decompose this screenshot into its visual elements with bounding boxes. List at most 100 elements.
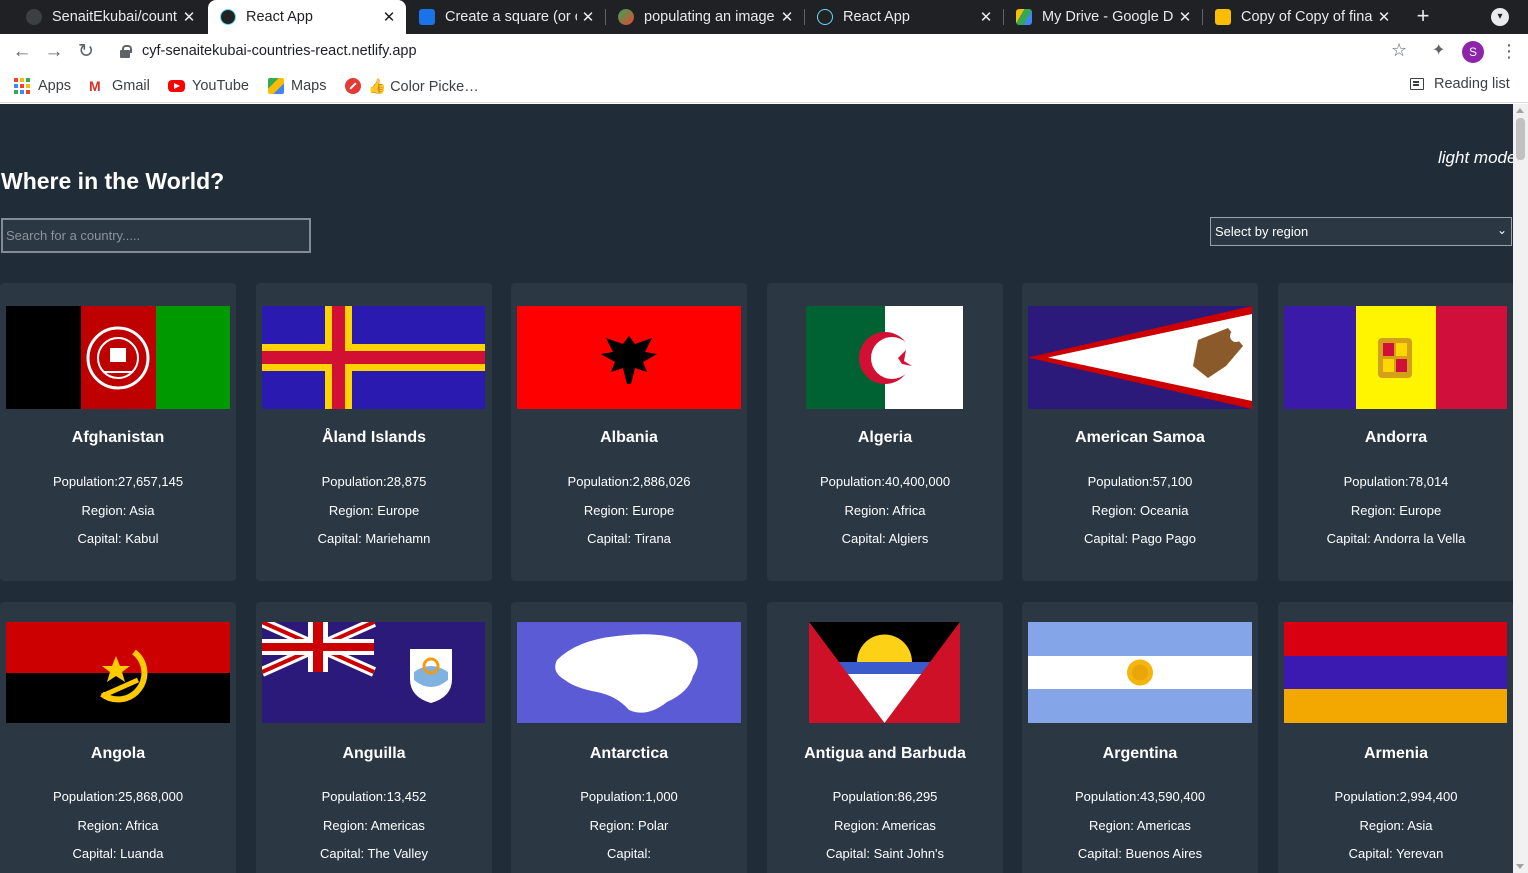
tab-title: Create a square (or circle) bbox=[445, 9, 577, 25]
apps-grid-icon bbox=[14, 78, 30, 94]
page-scrollbar[interactable] bbox=[1513, 104, 1528, 873]
close-icon[interactable]: ✕ bbox=[1174, 8, 1196, 26]
address-bar[interactable]: cyf-senaitekubai-countries-react.netlify… bbox=[108, 37, 1424, 67]
scroll-up-arrow-icon[interactable] bbox=[1516, 108, 1524, 113]
browser-toolbar: ← → ↻ cyf-senaitekubai-countries-react.n… bbox=[0, 34, 1528, 70]
browser-menu-icon[interactable]: ⋮ bbox=[1500, 42, 1518, 60]
country-capital: Capital: Algiers bbox=[841, 531, 929, 546]
country-card[interactable]: Antigua and Barbuda Population:86,295 Re… bbox=[767, 602, 1003, 873]
country-population: Population:86,295 bbox=[832, 789, 938, 804]
country-name: Antigua and Barbuda bbox=[804, 745, 966, 762]
country-card[interactable]: American Samoa Population:57,100 Region:… bbox=[1022, 283, 1258, 581]
tab-populating-image[interactable]: populating an image ✕ bbox=[606, 0, 804, 34]
bookmark-label: Maps bbox=[291, 78, 327, 94]
forward-arrow-icon[interactable]: → bbox=[41, 39, 67, 65]
flag-albania bbox=[517, 306, 741, 409]
country-population: Population:78,014 bbox=[1343, 474, 1449, 489]
theme-mode-toggle[interactable]: light mode bbox=[1438, 148, 1513, 168]
tab-search-chevron-icon[interactable]: ▾ bbox=[1491, 8, 1509, 26]
close-icon[interactable]: ✕ bbox=[1373, 8, 1395, 26]
country-region: Region: Africa bbox=[844, 503, 926, 518]
country-region: Region: Americas bbox=[323, 818, 425, 833]
close-icon[interactable]: ✕ bbox=[975, 8, 997, 26]
country-region: Region: Polar bbox=[589, 818, 669, 833]
country-region: Region: Africa bbox=[77, 818, 159, 833]
bookmark-maps[interactable]: Maps bbox=[268, 76, 326, 96]
tab-react-app-active[interactable]: React App ✕ bbox=[208, 0, 406, 34]
flag-afghanistan bbox=[6, 306, 230, 409]
region-select-value: Select by region bbox=[1215, 224, 1309, 239]
country-card[interactable]: Åland Islands Population:28,875 Region: … bbox=[256, 283, 492, 581]
flag-aland bbox=[262, 306, 485, 409]
video-icon bbox=[419, 9, 435, 25]
country-card[interactable]: Angola Population:25,868,000 Region: Afr… bbox=[0, 602, 236, 873]
country-capital: Capital: Mariehamn bbox=[317, 531, 431, 546]
tab-title: Copy of Copy of final bbox=[1241, 9, 1373, 25]
bookmark-color-picker[interactable]: 👍 Color Picke… bbox=[345, 76, 479, 96]
tab-react-app[interactable]: React App ✕ bbox=[805, 0, 1003, 34]
country-name: Anguilla bbox=[342, 745, 406, 762]
country-capital: Capital: Kabul bbox=[77, 531, 159, 546]
scroll-down-arrow-icon[interactable] bbox=[1516, 864, 1524, 869]
scrollbar-thumb[interactable] bbox=[1516, 118, 1525, 160]
bookmark-apps[interactable]: Apps bbox=[14, 76, 71, 96]
bookmarks-bar: Apps M Gmail YouTube Maps 👍 Color Picke…… bbox=[0, 70, 1528, 103]
flag-andorra bbox=[1284, 306, 1507, 409]
url-text[interactable]: cyf-senaitekubai-countries-react.netlify… bbox=[142, 43, 417, 59]
close-icon[interactable]: ✕ bbox=[378, 8, 400, 26]
tab-google-drive[interactable]: My Drive - Google Drive ✕ bbox=[1004, 0, 1202, 34]
country-name: Algeria bbox=[857, 429, 913, 446]
country-name: American Samoa bbox=[1075, 429, 1205, 446]
country-search-input[interactable] bbox=[1, 218, 311, 253]
country-region: Region: Oceania bbox=[1091, 503, 1189, 518]
country-capital: Capital: Pago Pago bbox=[1083, 531, 1197, 546]
profile-avatar[interactable]: S bbox=[1462, 41, 1484, 63]
drive-icon bbox=[1016, 9, 1032, 25]
spark-icon bbox=[618, 9, 634, 25]
country-capital: Capital: Buenos Aires bbox=[1077, 846, 1203, 861]
extensions-puzzle-icon[interactable]: ✦ bbox=[1432, 40, 1450, 59]
tab-github[interactable]: SenaitEkubai/countries-react ✕ bbox=[14, 0, 206, 34]
chevron-down-icon: ⌄ bbox=[1496, 223, 1507, 237]
country-name: Andorra bbox=[1364, 429, 1428, 446]
maps-icon bbox=[268, 78, 284, 94]
react-icon bbox=[817, 9, 833, 25]
country-card[interactable]: Armenia Population:2,994,400 Region: Asi… bbox=[1278, 602, 1513, 873]
react-icon bbox=[220, 9, 236, 25]
new-tab-button[interactable]: + bbox=[1410, 4, 1436, 30]
country-card[interactable]: Algeria Population:40,400,000 Region: Af… bbox=[767, 283, 1003, 581]
bookmark-star-icon[interactable]: ☆ bbox=[1391, 40, 1407, 61]
region-select[interactable]: Select by region ⌄ bbox=[1210, 217, 1512, 246]
tab-create-square[interactable]: Create a square (or circle) ✕ bbox=[407, 0, 605, 34]
reading-list-icon bbox=[1410, 78, 1424, 90]
tab-title: populating an image bbox=[644, 9, 775, 25]
country-card[interactable]: Argentina Population:43,590,400 Region: … bbox=[1022, 602, 1258, 873]
flag-anguilla bbox=[262, 622, 485, 723]
country-card[interactable]: Anguilla Population:13,452 Region: Ameri… bbox=[256, 602, 492, 873]
reading-list-button[interactable]: Reading list bbox=[1410, 76, 1510, 92]
tab-slides[interactable]: Copy of Copy of final ✕ bbox=[1203, 0, 1401, 34]
close-icon[interactable]: ✕ bbox=[776, 8, 798, 26]
country-card[interactable]: Albania Population:2,886,026 Region: Eur… bbox=[511, 283, 747, 581]
country-population: Population:40,400,000 bbox=[819, 474, 951, 489]
bookmark-label: Apps bbox=[38, 78, 72, 94]
country-population: Population:1,000 bbox=[580, 789, 678, 804]
github-icon bbox=[26, 9, 42, 25]
country-population: Population:2,994,400 bbox=[1334, 789, 1458, 804]
close-icon[interactable]: ✕ bbox=[577, 8, 599, 26]
bookmark-gmail[interactable]: M Gmail bbox=[89, 76, 150, 96]
flag-angola bbox=[6, 622, 230, 723]
country-card[interactable]: Afghanistan Population:27,657,145 Region… bbox=[0, 283, 236, 581]
flag-american-samoa bbox=[1028, 306, 1252, 409]
country-card[interactable]: Antarctica Population:1,000 Region: Pola… bbox=[511, 602, 747, 873]
lock-icon[interactable] bbox=[120, 45, 132, 58]
gmail-icon: M bbox=[89, 78, 101, 94]
close-icon[interactable]: ✕ bbox=[178, 8, 200, 26]
tab-title: SenaitEkubai/countries-react bbox=[52, 9, 178, 25]
country-card[interactable]: Andorra Population:78,014 Region: Europe… bbox=[1278, 283, 1513, 581]
country-population: Population:57,100 bbox=[1087, 474, 1193, 489]
country-capital: Capital: bbox=[606, 846, 652, 861]
reload-icon[interactable]: ↻ bbox=[73, 39, 99, 65]
bookmark-youtube[interactable]: YouTube bbox=[168, 76, 249, 96]
back-arrow-icon[interactable]: ← bbox=[9, 39, 35, 65]
